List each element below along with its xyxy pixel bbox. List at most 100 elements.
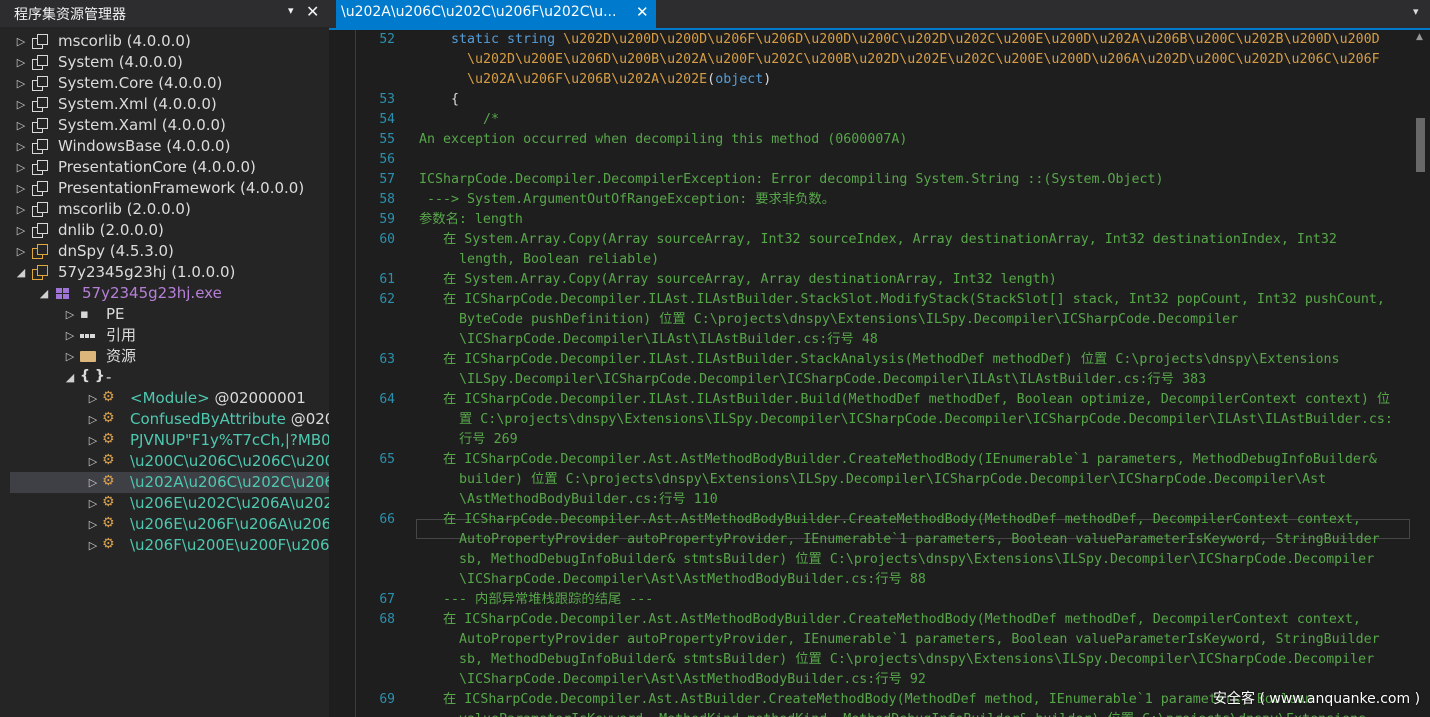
tree-node[interactable]: ▷ PresentationFramework (4.0.0.0) <box>10 178 329 199</box>
class-icon: ⚙ <box>102 389 115 405</box>
code-line: An exception occurred when decompiling t… <box>419 130 907 150</box>
panel-close-icon[interactable]: ✕ <box>306 2 319 21</box>
tree-node[interactable]: ▷ System.Xaml (4.0.0.0) <box>10 115 329 136</box>
node-version: (4.0.0.0) <box>147 95 217 113</box>
expand-arrow-icon[interactable]: ▷ <box>88 409 98 430</box>
tree-node[interactable]: ▷ ⚙ \u206E\u206F\u206A\u206 <box>10 514 329 535</box>
tab-active-document[interactable]: \u202A\u206C\u202C\u206F\u202C\u... ✕ <box>336 0 656 28</box>
line-number: 54 <box>379 112 395 127</box>
tree-node-label: - <box>106 367 111 388</box>
tree-node[interactable]: ▷ mscorlib (2.0.0.0) <box>10 199 329 220</box>
tree-node-label: System (4.0.0.0) <box>58 52 183 73</box>
tab-bar: \u202A\u206C\u202C\u206F\u202C\u... ✕ ▾ <box>329 0 1430 28</box>
expand-arrow-icon[interactable]: ▷ <box>16 220 26 241</box>
tree-node[interactable]: ▷⚙ ConfusedByAttribute @02000002 <box>10 409 329 430</box>
expand-arrow-icon[interactable]: ▷ <box>65 304 75 325</box>
scroll-up-icon[interactable]: ▲ <box>1416 32 1423 42</box>
tab-close-icon[interactable]: ✕ <box>636 3 649 21</box>
expand-arrow-icon[interactable]: ▷ <box>16 52 26 73</box>
node-name: 资源 <box>106 347 137 365</box>
punctuation-token: ) <box>763 72 772 87</box>
tree-node-label: 57y2345g23hj.exe <box>82 283 222 304</box>
comment-text: 在 ICSharpCode.Decompiler.ILAst.ILAstBuil… <box>443 352 1340 367</box>
expand-arrow-icon[interactable]: ▷ <box>88 493 98 514</box>
tree-node-label: System.Core (4.0.0.0) <box>58 73 222 94</box>
node-name: <Module> <box>130 389 210 407</box>
expand-arrow-icon[interactable]: ▷ <box>16 31 26 52</box>
class-icon: ⚙ <box>102 515 115 531</box>
tree-node[interactable]: ▷ ⚙ \u206F\u200E\u200F\u206D <box>10 535 329 556</box>
tree-node[interactable]: ▷ ▪ PE <box>10 304 329 325</box>
vertical-scrollbar[interactable]: ▲ <box>1412 30 1430 717</box>
tree-node[interactable]: ▷ PresentationCore (4.0.0.0) <box>10 157 329 178</box>
expand-arrow-icon[interactable]: ▷ <box>16 136 26 157</box>
expand-arrow-icon[interactable]: ▷ <box>88 388 98 409</box>
comment-text: ByteCode pushDefinition) 位置 C:\projects\… <box>459 312 1239 327</box>
code-line: ---> System.ArgumentOutOfRangeException:… <box>419 190 835 210</box>
line-number: 56 <box>379 152 395 167</box>
expand-arrow-icon[interactable]: ▷ <box>16 94 26 115</box>
expand-arrow-icon[interactable]: ▷ <box>16 199 26 220</box>
expand-arrow-icon[interactable]: ▷ <box>88 451 98 472</box>
node-name: - <box>106 368 112 386</box>
code-line: 在 ICSharpCode.Decompiler.Ast.AstMethodBo… <box>443 450 1377 470</box>
expand-arrow-icon[interactable]: ▷ <box>16 115 26 136</box>
tree-node-label: ConfusedByAttribute @02000002 <box>130 409 329 430</box>
line-number: 64 <box>379 392 395 407</box>
identifier-token: \u202A\u206F\u206B\u202A\u202E <box>467 72 708 87</box>
expand-arrow-icon[interactable]: ▷ <box>16 178 26 199</box>
node-version: @02000001 <box>209 389 306 407</box>
expand-arrow-icon[interactable]: ▷ <box>88 472 98 493</box>
code-editor[interactable]: 52 static string \u202D\u200D\u200D\u206F… <box>329 30 1430 717</box>
code-line: \ICSharpCode.Decompiler\ILAst\ILAstBuild… <box>459 330 878 350</box>
code-line: 在 ICSharpCode.Decompiler.Ast.AstBuilder.… <box>443 690 1313 710</box>
tree-node[interactable]: ▷ WindowsBase (4.0.0.0) <box>10 136 329 157</box>
code-line: { <box>451 90 459 110</box>
tree-node[interactable]: ▷ 资源 <box>10 346 329 367</box>
expand-arrow-icon[interactable]: ▷ <box>16 73 26 94</box>
collapse-arrow-icon[interactable]: ◢ <box>39 283 49 304</box>
tree-node[interactable]: ▷ System.Xml (4.0.0.0) <box>10 94 329 115</box>
tree-node[interactable]: ▷ ⚙ PJVNUP"F1y%T7cCh,|?MB0 <box>10 430 329 451</box>
expand-arrow-icon[interactable]: ▷ <box>65 346 75 367</box>
expand-arrow-icon[interactable]: ▷ <box>65 325 75 346</box>
tree-node[interactable]: ▷ System (4.0.0.0) <box>10 52 329 73</box>
node-version: (4.0.0.0) <box>186 158 256 176</box>
node-version: (4.0.0.0) <box>161 137 231 155</box>
tree-node[interactable]: ◢ 57y2345g23hj.exe <box>10 283 329 304</box>
tree-node-label: \u202A\u206C\u202C\u206 <box>130 472 329 493</box>
tree-node[interactable]: ▷ mscorlib (4.0.0.0) <box>10 31 329 52</box>
tree-node[interactable]: ▷ ⚙ \u200C\u206C\u206C\u200 <box>10 451 329 472</box>
expand-arrow-icon[interactable]: ▷ <box>16 241 26 262</box>
node-name: 57y2345g23hj <box>58 263 167 281</box>
panel-dropdown-icon[interactable]: ▾ <box>288 4 294 17</box>
expand-arrow-icon[interactable]: ▷ <box>88 514 98 535</box>
collapse-arrow-icon[interactable]: ◢ <box>16 262 26 283</box>
tree-node[interactable]: ◢ { } - <box>10 367 329 388</box>
code-line: 在 System.Array.Copy(Array sourceArray, A… <box>443 270 1057 290</box>
expand-arrow-icon[interactable]: ▷ <box>88 535 98 556</box>
node-name: \u206F\u200E\u200F\u206D <box>130 536 329 554</box>
code-line: --- 内部异常堆栈跟踪的结尾 --- <box>443 590 653 610</box>
scrollbar-thumb[interactable] <box>1416 118 1425 172</box>
tree-node[interactable]: ▷ dnlib (2.0.0.0) <box>10 220 329 241</box>
tree-node[interactable]: ▷ dnSpy (4.5.3.0) <box>10 241 329 262</box>
tree-node[interactable]: ▷ ⚙ \u202A\u206C\u202C\u206 <box>10 472 329 493</box>
tree-node-label: 引用 <box>106 325 136 346</box>
tree-node[interactable]: ▷ 引用 <box>10 325 329 346</box>
expand-arrow-icon[interactable]: ▷ <box>16 157 26 178</box>
tree-node[interactable]: ◢ 57y2345g23hj (1.0.0.0) <box>10 262 329 283</box>
node-name: ConfusedByAttribute <box>130 410 286 428</box>
node-name: System.Xaml <box>58 116 157 134</box>
code-line: \u202D\u200E\u206D\u200B\u202A\u200F\u20… <box>467 50 1380 70</box>
collapse-arrow-icon[interactable]: ◢ <box>65 367 75 388</box>
tab-list-dropdown-icon[interactable]: ▾ <box>1413 5 1419 18</box>
tree-node[interactable]: ▷ System.Core (4.0.0.0) <box>10 73 329 94</box>
node-name: System <box>58 53 114 71</box>
tree-node[interactable]: ▷ ⚙ \u206E\u202C\u206A\u202 <box>10 493 329 514</box>
node-name: dnSpy <box>58 242 105 260</box>
tree-node[interactable]: ▷ ⚙ <Module> @02000001 <box>10 388 329 409</box>
expand-arrow-icon[interactable]: ▷ <box>88 430 98 451</box>
code-line: 行号 269 <box>459 430 518 450</box>
code-line: \ICSharpCode.Decompiler\Ast\AstMethodBod… <box>459 670 926 690</box>
